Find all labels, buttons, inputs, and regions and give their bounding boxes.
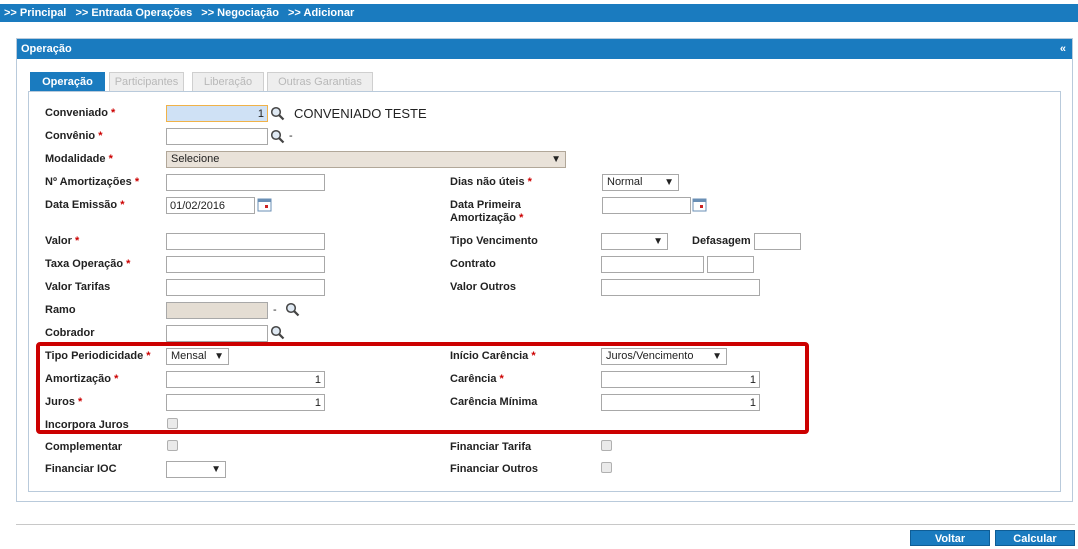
valor-outros-label: Valor Outros <box>450 281 517 293</box>
cobrador-label: Cobrador <box>45 327 95 339</box>
footer-divider <box>16 524 1075 525</box>
num-amortizacoes-input[interactable] <box>166 174 325 191</box>
juros-label: Juros * <box>45 396 83 408</box>
contrato-input[interactable] <box>601 256 704 273</box>
voltar-button[interactable]: Voltar <box>910 530 990 546</box>
carencia-minima-input[interactable] <box>601 394 760 411</box>
collapse-icon[interactable]: « <box>1060 39 1066 59</box>
tab-outras-garantias[interactable]: Outras Garantias <box>267 72 373 92</box>
tab-operacao[interactable]: Operação <box>30 72 105 92</box>
chevron-down-icon: ▼ <box>653 236 663 247</box>
defasagem-label: Defasagem <box>692 235 751 247</box>
financiar-outros-label: Financiar Outros <box>450 463 539 475</box>
breadcrumb-entrada-operacoes[interactable]: >> Entrada Operações <box>75 7 192 19</box>
data-primeira-amortizacao-input[interactable] <box>602 197 691 214</box>
chevron-down-icon: ▼ <box>551 154 561 165</box>
complementar-checkbox[interactable] <box>167 440 178 451</box>
financiar-tarifa-label: Financiar Tarifa <box>450 441 532 453</box>
chevron-down-icon: ▼ <box>712 351 722 362</box>
modalidade-label: Modalidade * <box>45 153 113 165</box>
defasagem-input[interactable] <box>754 233 801 250</box>
contrato-digit-input[interactable] <box>707 256 754 273</box>
chevron-down-icon: ▼ <box>211 464 221 475</box>
breadcrumb-negociacao[interactable]: >> Negociação <box>201 7 279 19</box>
chevron-down-icon: ▼ <box>664 177 674 188</box>
convenio-name: - <box>289 130 293 142</box>
panel-title: Operação <box>21 43 72 55</box>
breadcrumb: >> Principal >> Entrada Operações >> Neg… <box>0 4 1078 22</box>
calendar-icon[interactable] <box>257 197 272 215</box>
taxa-operacao-input[interactable] <box>166 256 325 273</box>
modalidade-select[interactable]: Selecione ▼ <box>166 151 566 168</box>
convenio-input[interactable] <box>166 128 268 145</box>
amortizacao-input[interactable] <box>166 371 325 388</box>
calendar-icon[interactable] <box>692 197 707 215</box>
tab-participantes[interactable]: Participantes <box>109 72 184 92</box>
valor-input[interactable] <box>166 233 325 250</box>
conveniado-name: CONVENIADO TESTE <box>294 106 427 121</box>
dias-nao-uteis-select[interactable]: Normal ▼ <box>602 174 679 191</box>
data-emissao-label: Data Emissão * <box>45 199 125 211</box>
ramo-input <box>166 302 268 319</box>
tab-liberacao[interactable]: Liberação <box>192 72 264 92</box>
valor-label: Valor * <box>45 235 80 247</box>
juros-input[interactable] <box>166 394 325 411</box>
calcular-button[interactable]: Calcular <box>995 530 1075 546</box>
tipo-periodicidade-label: Tipo Periodicidade * <box>45 350 151 362</box>
financiar-ioc-label: Financiar IOC <box>45 463 117 475</box>
chevron-down-icon: ▼ <box>214 351 224 362</box>
financiar-ioc-select[interactable]: ▼ <box>166 461 226 478</box>
complementar-label: Complementar <box>45 441 123 453</box>
valor-tarifas-input[interactable] <box>166 279 325 296</box>
tipo-periodicidade-select[interactable]: Mensal ▼ <box>166 348 229 365</box>
data-primeira-amortizacao-label: Data Primeira Amortização * <box>450 199 524 224</box>
financiar-tarifa-checkbox[interactable] <box>601 440 612 451</box>
carencia-input[interactable] <box>601 371 760 388</box>
breadcrumb-principal[interactable]: >> Principal <box>4 7 66 19</box>
ramo-name: - <box>273 304 277 316</box>
contrato-label: Contrato <box>450 258 496 270</box>
inicio-carencia-label: Início Carência * <box>450 350 536 362</box>
financiar-outros-checkbox[interactable] <box>601 462 612 473</box>
tipo-vencimento-select[interactable]: ▼ <box>601 233 668 250</box>
taxa-operacao-label: Taxa Operação * <box>45 258 131 270</box>
tipo-vencimento-label: Tipo Vencimento <box>450 235 538 247</box>
panel-header: Operação « <box>17 39 1072 59</box>
amortizacao-label: Amortização * <box>45 373 119 385</box>
incorpora-juros-checkbox[interactable] <box>167 418 178 429</box>
inicio-carencia-select[interactable]: Juros/Vencimento ▼ <box>601 348 727 365</box>
dias-nao-uteis-label: Dias não úteis * <box>450 176 532 188</box>
num-amortizacoes-label: Nº Amortizações * <box>45 176 140 188</box>
ramo-label: Ramo <box>45 304 76 316</box>
search-icon[interactable] <box>270 106 285 124</box>
search-icon[interactable] <box>270 129 285 147</box>
breadcrumb-adicionar: >> Adicionar <box>288 7 355 19</box>
conveniado-label: Conveniado * <box>45 107 116 119</box>
incorpora-juros-label: Incorpora Juros <box>45 419 129 431</box>
carencia-label: Carência * <box>450 373 504 385</box>
valor-outros-input[interactable] <box>601 279 760 296</box>
carencia-minima-label: Carência Mínima <box>450 396 538 408</box>
convenio-label: Convênio * <box>45 130 103 142</box>
search-icon[interactable] <box>270 325 285 343</box>
search-icon[interactable] <box>285 302 300 320</box>
cobrador-input[interactable] <box>166 325 268 342</box>
valor-tarifas-label: Valor Tarifas <box>45 281 111 293</box>
data-emissao-input[interactable] <box>166 197 255 214</box>
conveniado-input[interactable] <box>166 105 268 122</box>
